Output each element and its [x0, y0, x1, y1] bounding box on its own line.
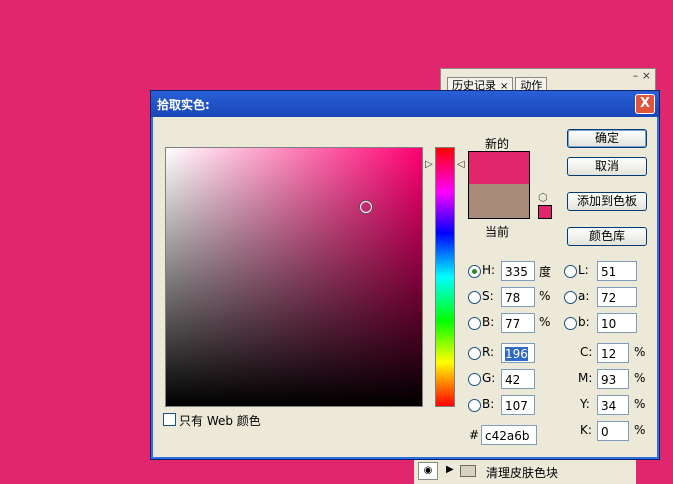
hue-slider-right-arrow-icon[interactable]: ◁: [457, 159, 465, 170]
ok-button[interactable]: 确定: [567, 129, 647, 148]
blue-input[interactable]: 107: [501, 395, 535, 415]
red-value: 196: [505, 347, 528, 361]
saturation-brightness-field[interactable]: [165, 147, 423, 407]
magenta-label: M:: [578, 371, 593, 385]
web-colors-only-label: 只有 Web 颜色: [179, 414, 261, 428]
add-to-swatches-button[interactable]: 添加到色板: [567, 192, 647, 211]
red-label: R:: [482, 345, 495, 359]
black-label: K:: [580, 423, 592, 437]
radio-hue[interactable]: [468, 265, 481, 278]
dialog-body: ▷ ◁ 新的 当前 ⬡ 确定 取消 添加到色板 颜色库 H: 335 度 S: …: [155, 117, 653, 453]
radio-lab-b[interactable]: [564, 317, 577, 330]
new-color-label: 新的: [485, 137, 510, 151]
brightness-unit: %: [539, 315, 551, 329]
close-button[interactable]: X: [635, 94, 655, 114]
saturation-label: S:: [482, 289, 494, 303]
red-input[interactable]: 196: [501, 343, 535, 363]
current-color-label: 当前: [485, 225, 510, 239]
web-safe-color-swatch[interactable]: [538, 205, 552, 219]
eye-icon[interactable]: ◉: [418, 462, 438, 480]
lab-l-label: L:: [578, 263, 589, 277]
lab-b-label: b:: [578, 315, 590, 329]
cyan-unit: %: [634, 345, 646, 359]
dialog-title: 拾取实色:: [157, 98, 210, 112]
hue-unit: 度: [539, 265, 552, 279]
radio-lab-a[interactable]: [564, 291, 577, 304]
green-label: G:: [482, 371, 496, 385]
hue-label: H:: [482, 263, 496, 277]
saturation-unit: %: [539, 289, 551, 303]
magenta-input[interactable]: 93: [597, 369, 629, 389]
web-safe-cube-icon[interactable]: ⬡: [538, 191, 548, 204]
lab-a-label: a:: [578, 289, 590, 303]
brightness-label: B:: [482, 315, 495, 329]
magenta-unit: %: [634, 371, 646, 385]
radio-lab-l[interactable]: [564, 265, 577, 278]
color-swatch-compare: [468, 151, 530, 219]
dialog-titlebar[interactable]: 拾取实色: X: [151, 91, 659, 117]
radio-blue[interactable]: [468, 399, 481, 412]
lab-b-input[interactable]: 10: [597, 313, 637, 333]
lab-l-input[interactable]: 51: [597, 261, 637, 281]
black-unit: %: [634, 423, 646, 437]
green-input[interactable]: 42: [501, 369, 535, 389]
layers-panel: ◉ ▶ 清理皮肤色块: [414, 457, 636, 484]
hex-label: #: [469, 428, 480, 442]
radio-brightness[interactable]: [468, 317, 481, 330]
color-libraries-button[interactable]: 颜色库: [567, 227, 647, 246]
color-picker-dialog: 拾取实色: X ▷ ◁ 新的 当前 ⬡ 确定 取消 添加到色板 颜色库 H: 3…: [150, 90, 660, 460]
blue-label: B:: [482, 397, 495, 411]
panel-window-controls[interactable]: – ×: [633, 69, 651, 82]
folder-icon: [460, 465, 476, 477]
yellow-unit: %: [634, 397, 646, 411]
expand-triangle-icon[interactable]: ▶: [446, 464, 454, 475]
brightness-input[interactable]: 77: [501, 313, 535, 333]
web-colors-only-checkbox[interactable]: [163, 413, 176, 426]
hue-slider-left-arrow-icon[interactable]: ▷: [425, 159, 433, 170]
hex-input[interactable]: c42a6b: [481, 425, 537, 445]
yellow-label: Y:: [580, 397, 590, 411]
current-color-swatch[interactable]: [469, 184, 529, 218]
black-input[interactable]: 0: [597, 421, 629, 441]
radio-saturation[interactable]: [468, 291, 481, 304]
cancel-button[interactable]: 取消: [567, 157, 647, 176]
radio-green[interactable]: [468, 373, 481, 386]
hue-input[interactable]: 335: [501, 261, 535, 281]
cyan-label: C:: [580, 345, 593, 359]
yellow-input[interactable]: 34: [597, 395, 629, 415]
radio-red[interactable]: [468, 347, 481, 360]
new-color-swatch: [469, 152, 529, 184]
hue-slider[interactable]: [435, 147, 455, 407]
field-cursor-icon[interactable]: [359, 201, 372, 214]
lab-a-input[interactable]: 72: [597, 287, 637, 307]
saturation-input[interactable]: 78: [501, 287, 535, 307]
layer-name[interactable]: 清理皮肤色块: [486, 464, 558, 481]
cyan-input[interactable]: 12: [597, 343, 629, 363]
